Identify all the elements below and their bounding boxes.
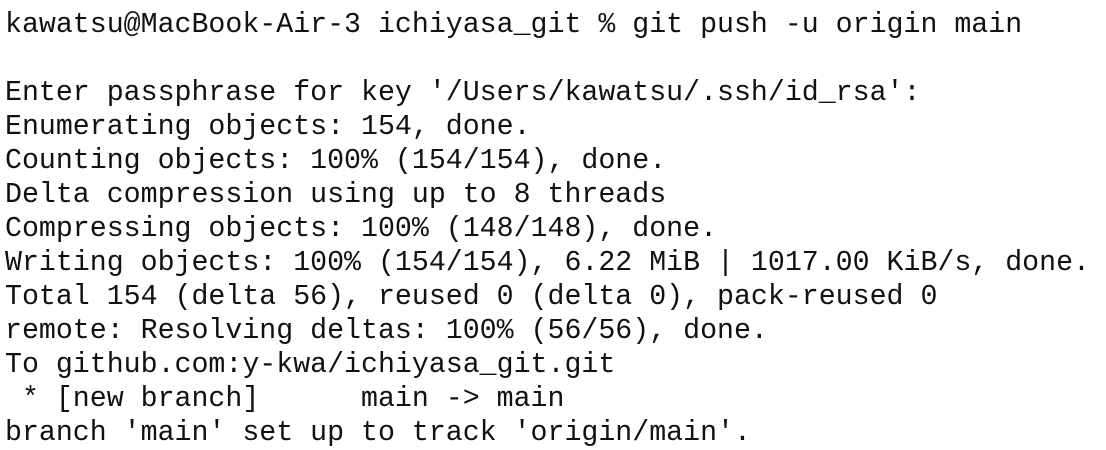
terminal-output[interactable]: kawatsu@MacBook-Air-3 ichiyasa_git % git…: [0, 0, 1106, 450]
output-line: Total 154 (delta 56), reused 0 (delta 0)…: [5, 281, 938, 313]
output-line: * [new branch] main -> main: [5, 383, 565, 415]
output-line: remote: Resolving deltas: 100% (56/56), …: [5, 315, 768, 347]
output-line: Compressing objects: 100% (148/148), don…: [5, 213, 718, 245]
output-line: To github.com:y-kwa/ichiyasa_git.git: [5, 349, 616, 381]
output-line: Enumerating objects: 154, done.: [5, 111, 531, 143]
output-line: Delta compression using up to 8 threads: [5, 179, 667, 211]
output-line: Writing objects: 100% (154/154), 6.22 Mi…: [5, 247, 1090, 279]
output-line: Counting objects: 100% (154/154), done.: [5, 145, 667, 177]
output-line: branch 'main' set up to track 'origin/ma…: [5, 417, 751, 449]
command-prompt-line: kawatsu@MacBook-Air-3 ichiyasa_git % git…: [5, 9, 1023, 41]
output-line: Enter passphrase for key '/Users/kawatsu…: [5, 77, 921, 109]
